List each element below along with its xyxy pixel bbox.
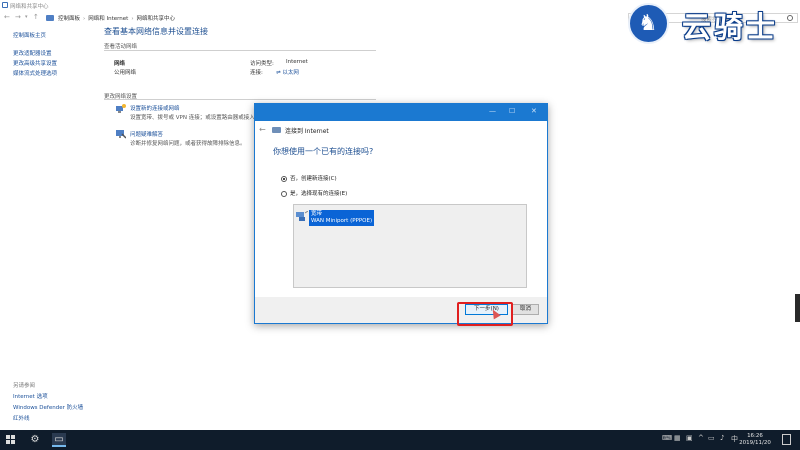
internet-connection-icon — [272, 127, 281, 133]
control-panel-taskbar-icon[interactable]: ▭ — [52, 433, 66, 447]
see-also-defender-firewall[interactable]: Windows Defender 防火墙 — [13, 403, 83, 411]
active-networks-label: 查看活动网络 — [104, 44, 138, 50]
setup-new-connection-link[interactable]: 设置新的连接或网络 — [130, 104, 180, 112]
connect-to-internet-dialog: — ☐ ✕ ← 连接到 Internet 你想使用一个已有的连接吗? 否，创建新… — [254, 103, 548, 324]
notifications-icon[interactable] — [782, 434, 791, 445]
clock[interactable]: 16:26 2019/11/20 — [738, 433, 772, 447]
connection-device: WAN Miniport (PPPOE) — [311, 218, 373, 224]
control-panel-icon — [46, 15, 54, 21]
dialog-caption-bar: — ☐ ✕ — [255, 104, 547, 121]
window-title: 网络和共享中心 — [10, 4, 49, 10]
access-type-value: Internet — [286, 59, 308, 65]
breadcrumb-item[interactable]: 网络和共享中心 — [137, 16, 176, 22]
taskbar: ⚙ ▭ ⌨ ▦ ▣ ^ ▭ ♪ 中 16:26 2019/11/20 — [0, 430, 800, 450]
option-label: 是，选择现有的连接(E) — [290, 191, 348, 197]
see-also-infrared[interactable]: 红外线 — [13, 414, 30, 422]
show-hidden-icons-icon[interactable]: ^ — [698, 434, 704, 442]
network-type: 公用网络 — [114, 70, 137, 76]
ethernet-link-label: 以太网 — [282, 70, 299, 76]
connections-label: 连接: — [250, 70, 263, 76]
sidebar-item-advanced-sharing[interactable]: 更改高级共享设置 — [13, 59, 57, 67]
option-use-existing-connection[interactable]: 是，选择现有的连接(E) — [281, 189, 347, 197]
close-icon[interactable]: ✕ — [531, 107, 537, 115]
access-type-label: 访问类型: — [250, 61, 274, 67]
radio-unselected-icon[interactable] — [281, 190, 287, 197]
dialog-back-arrow-icon[interactable]: ← — [259, 125, 266, 134]
option-create-new-connection[interactable]: 否，创建新连接(C) — [281, 174, 337, 182]
brand-logo: ♞ 云骑士 — [624, 0, 800, 48]
dialog-title: 连接到 Internet — [285, 128, 329, 135]
network-icon[interactable]: ▭ — [708, 434, 715, 442]
keyboard-icon[interactable]: ⌨ — [662, 434, 672, 442]
ethernet-icon: ⇌ — [276, 70, 281, 76]
ethernet-link[interactable]: ⇌ 以太网 — [276, 68, 299, 76]
up-arrow-icon[interactable]: ↑ — [33, 13, 39, 22]
dialog-nav: ← 连接到 Internet — [255, 121, 547, 144]
maximize-icon[interactable]: ☐ — [509, 107, 515, 115]
clock-date: 2019/11/20 — [739, 440, 771, 446]
option-label: 否，创建新连接(C) — [290, 176, 337, 182]
ime-indicator[interactable]: 中 — [731, 434, 738, 444]
setup-new-connection-desc: 设置宽带、拨号或 VPN 连接；或设置路由器或接入点。 — [130, 115, 266, 121]
volume-icon[interactable]: ♪ — [720, 434, 724, 442]
minimize-icon[interactable]: — — [489, 107, 496, 115]
new-connection-icon — [116, 104, 126, 113]
troubleshoot-link[interactable]: 问题疑难解答 — [130, 130, 163, 138]
breadcrumb: 控制面板 › 网络和 Internet › 网络和共享中心 — [58, 14, 175, 22]
recent-chevron-icon[interactable]: ▾ — [25, 13, 28, 22]
radio-selected-icon[interactable] — [281, 175, 287, 182]
next-button-highlight-box — [457, 302, 513, 326]
side-panel-tab[interactable] — [795, 294, 800, 322]
breadcrumb-item[interactable]: 网络和 Internet — [88, 16, 128, 22]
clock-time: 16:26 — [747, 433, 763, 439]
see-also-internet-options[interactable]: Internet 选项 — [13, 392, 48, 400]
sidebar-item-control-panel-home[interactable]: 控制面板主页 — [13, 31, 46, 39]
troubleshoot-desc: 诊断并修复网络问题，或者获得故障排除信息。 — [130, 141, 246, 147]
breadcrumb-item[interactable]: 控制面板 — [58, 16, 80, 22]
connection-list[interactable]: 宽带 WAN Miniport (PPPOE) — [293, 204, 527, 288]
brand-logo-text: 云骑士 — [682, 10, 779, 44]
windows-start-icon[interactable] — [6, 435, 16, 445]
sidebar: 控制面板主页 更改适配器设置 更改高级共享设置 媒体流式处理选项 另请参阅 In… — [0, 25, 100, 430]
connection-name: 宽带 — [311, 211, 323, 217]
dialog-question: 你想使用一个已有的连接吗? — [273, 147, 374, 156]
sidebar-item-adapter-settings[interactable]: 更改适配器设置 — [13, 49, 52, 57]
breadcrumb-separator-icon: › — [83, 16, 86, 22]
see-also-heading: 另请参阅 — [13, 383, 36, 389]
breadcrumb-separator-icon: › — [131, 16, 134, 22]
tray-app-icon[interactable]: ▣ — [686, 434, 693, 442]
cancel-button[interactable]: 取消 — [512, 304, 539, 315]
tray-app-icon[interactable]: ▦ — [674, 434, 681, 442]
network-name: 网络 — [114, 61, 126, 67]
divider — [104, 50, 376, 51]
knight-logo-icon: ♞ — [628, 3, 669, 44]
broadband-connection-icon — [296, 211, 308, 221]
settings-gear-icon[interactable]: ⚙ — [28, 433, 42, 447]
page-title: 查看基本网络信息并设置连接 — [104, 27, 208, 36]
troubleshoot-icon — [116, 130, 126, 139]
forward-arrow-icon[interactable]: → — [15, 13, 21, 22]
back-arrow-icon[interactable]: ← — [4, 13, 10, 22]
sidebar-item-media-streaming[interactable]: 媒体流式处理选项 — [13, 69, 57, 77]
divider — [104, 99, 376, 100]
connection-selected-label: 宽带 WAN Miniport (PPPOE) — [309, 210, 375, 226]
network-center-icon — [2, 2, 8, 8]
